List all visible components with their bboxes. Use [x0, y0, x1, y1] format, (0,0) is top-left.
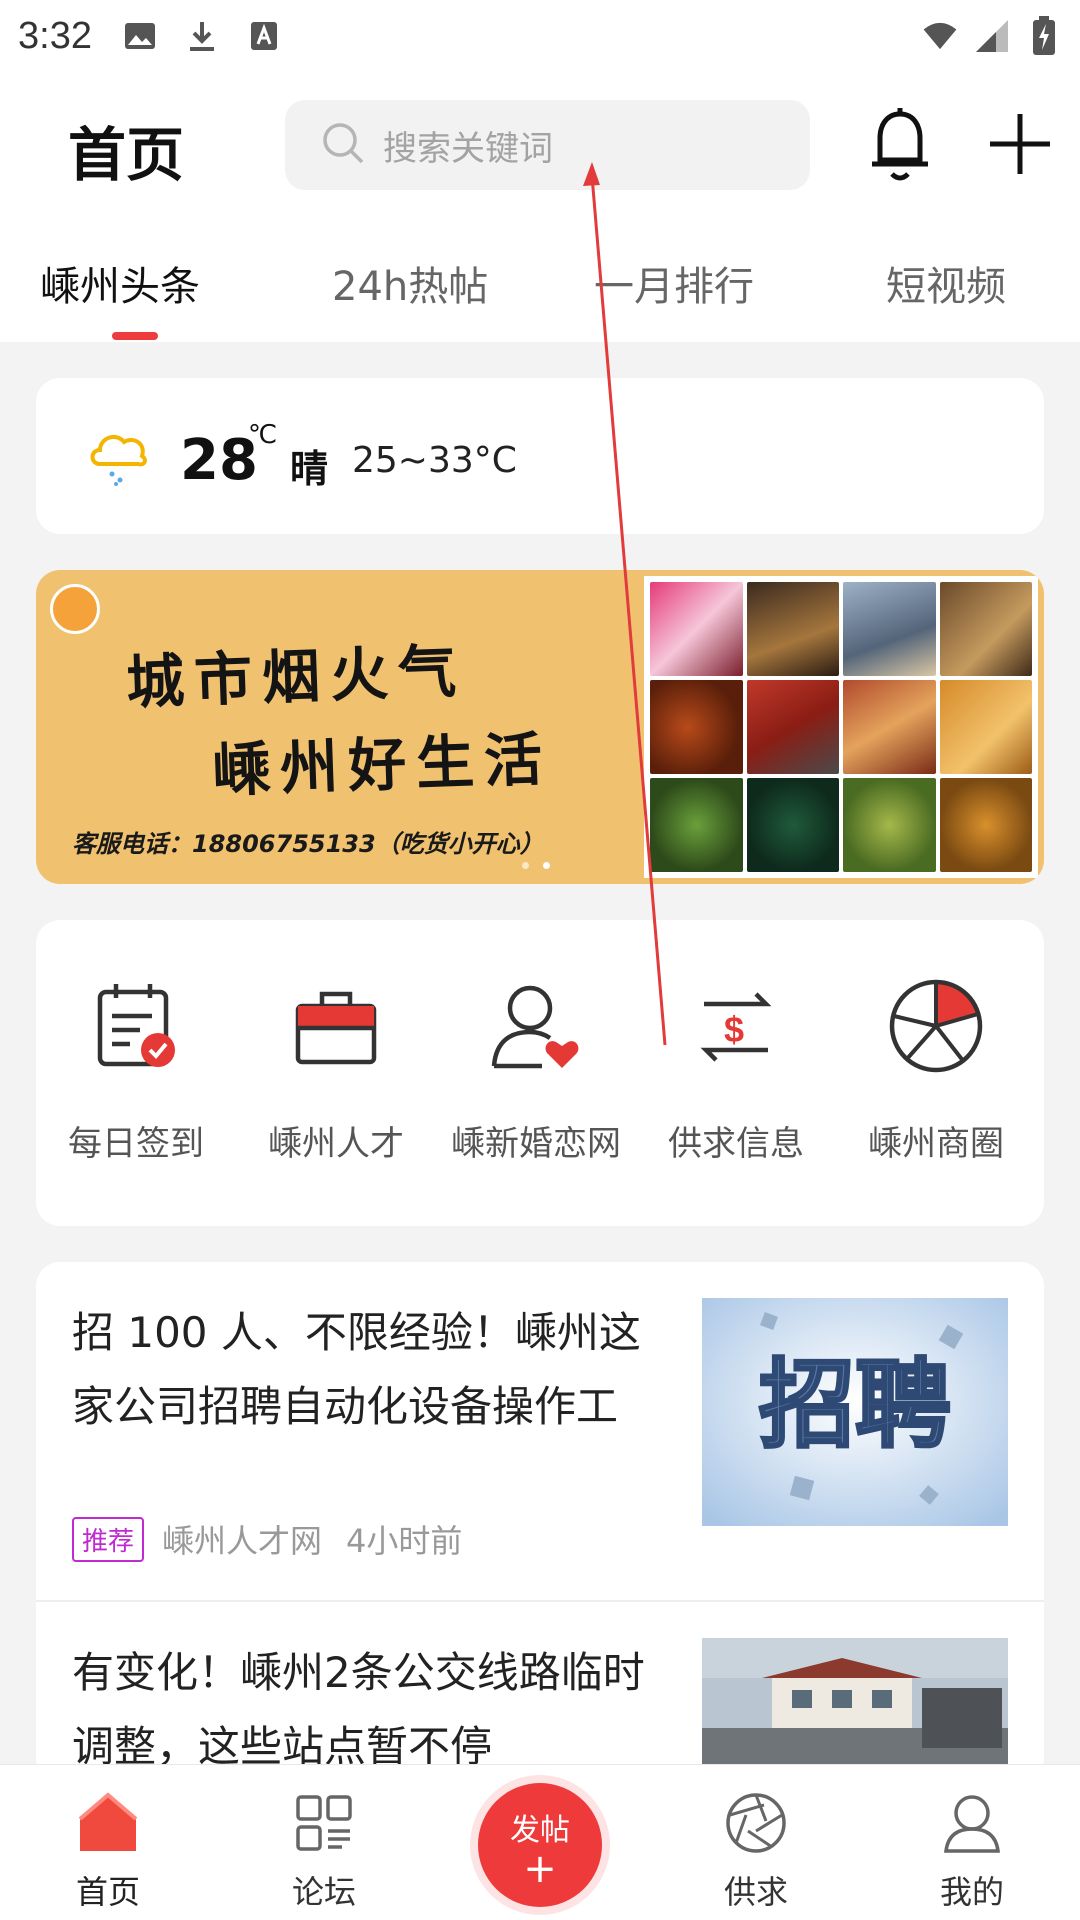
banner-phone: 客服电话：18806755133（吃货小开心） [72, 830, 544, 858]
temperature-range: 25~33°C [352, 440, 517, 481]
carousel-dot[interactable] [522, 862, 529, 869]
quick-item-talent[interactable]: 嵊州人才 [236, 976, 436, 1165]
food-photo [650, 582, 743, 676]
search-input[interactable]: 搜索关键词 [285, 100, 810, 190]
post-button[interactable]: 发帖 + [478, 1783, 602, 1907]
aperture-icon [724, 1791, 788, 1855]
food-photo [939, 778, 1032, 872]
food-photo [746, 680, 839, 774]
search-placeholder: 搜索关键词 [383, 128, 553, 169]
bottom-nav: 首页 论坛 发帖 + 供求 我的 [0, 1764, 1080, 1920]
download-icon [184, 18, 220, 54]
carousel-dots [522, 862, 550, 869]
promo-banner[interactable]: 城市烟火气 嵊州好生活 客服电话：18806755133（吃货小开心） [36, 570, 1044, 884]
post-plus-icon: + [523, 1846, 557, 1892]
calendar-check-icon [86, 976, 186, 1076]
quick-item-label: 嵊新婚恋网 [451, 1124, 621, 1164]
news-source: 嵊州人才网 [162, 1522, 323, 1560]
food-photo [939, 582, 1032, 676]
quick-item-label: 嵊州人才 [268, 1124, 404, 1164]
food-photo [939, 680, 1032, 774]
food-photo [650, 778, 743, 872]
active-tab-indicator [112, 332, 158, 340]
tab-short-video[interactable]: 短视频 [886, 254, 1006, 312]
food-photo [843, 778, 936, 872]
toolbox-icon [286, 976, 386, 1076]
page-title: 首页 [68, 121, 185, 189]
news-thumbnail [702, 1638, 1008, 1782]
quick-item-daily-checkin[interactable]: 每日签到 [36, 976, 236, 1165]
banner-headline-2: 嵊州好生活 [211, 725, 554, 805]
news-title: 招 100 人、不限经验！嵊州这家公司招聘自动化设备操作工 [72, 1308, 641, 1431]
banner-photo-collage [644, 576, 1038, 878]
news-list: 招 100 人、不限经验！嵊州这家公司招聘自动化设备操作工 招聘 推荐 嵊州人才 [36, 1262, 1044, 1782]
quick-menu: 每日签到 嵊州人才 嵊新婚恋网 $ 供求信息 嵊州商圈 [36, 920, 1044, 1226]
quick-item-business[interactable]: 嵊州商圈 [836, 976, 1036, 1165]
nav-profile[interactable]: 我的 [912, 1791, 1032, 1913]
tab-bar: 嵊州头条 24h热帖 一月排行 短视频 [0, 218, 1080, 342]
weather-card[interactable]: 28 ℃ 晴 25~33°C [36, 378, 1044, 534]
exchange-dollar-icon: $ [686, 976, 786, 1076]
news-thumbnail: 招聘 [702, 1298, 1008, 1526]
status-bar: 3:32 [0, 0, 1080, 72]
quick-item-label: 供求信息 [668, 1124, 804, 1164]
user-heart-icon [486, 976, 586, 1076]
news-title: 有变化！嵊州2条公交线路临时调整，这些站点暂不停 [72, 1648, 645, 1771]
search-icon [321, 121, 365, 169]
food-photo [746, 778, 839, 872]
news-item[interactable]: 招 100 人、不限经验！嵊州这家公司招聘自动化设备操作工 招聘 推荐 嵊州人才 [36, 1262, 1044, 1602]
nav-label: 我的 [939, 1873, 1004, 1911]
font-a-icon [246, 18, 282, 54]
nav-home[interactable]: 首页 [48, 1791, 168, 1913]
news-item[interactable]: 有变化！嵊州2条公交线路临时调整，这些站点暂不停 [36, 1602, 1044, 1782]
tab-monthly-ranking[interactable]: 一月排行 [594, 254, 754, 312]
user-icon [940, 1791, 1004, 1855]
quick-item-label: 每日签到 [68, 1124, 204, 1164]
tab-headlines[interactable]: 嵊州头条 [40, 254, 200, 312]
cloud-rain-icon [86, 424, 150, 486]
notification-bell-icon[interactable] [868, 108, 932, 184]
home-icon [76, 1791, 140, 1855]
status-notifications [122, 18, 282, 54]
quick-item-label: 嵊州商圈 [868, 1124, 1004, 1164]
news-time: 4小时前 [346, 1522, 463, 1560]
wifi-icon [922, 18, 958, 54]
food-photo [843, 582, 936, 676]
temperature: 28 [180, 428, 258, 493]
pie-aperture-icon [886, 976, 986, 1076]
nav-supply[interactable]: 供求 [696, 1791, 816, 1913]
temperature-unit: ℃ [248, 420, 278, 450]
banner-logo [50, 584, 100, 634]
forum-icon [292, 1791, 356, 1855]
nav-label: 供求 [723, 1873, 788, 1911]
carousel-dot-active[interactable] [543, 862, 550, 869]
quick-item-dating[interactable]: 嵊新婚恋网 [436, 976, 636, 1165]
news-meta: 推荐 嵊州人才网 4小时前 [72, 1516, 462, 1562]
image-icon [122, 18, 158, 54]
food-photo [650, 680, 743, 774]
weather-condition: 晴 [290, 447, 329, 491]
battery-icon [1026, 16, 1062, 55]
tab-24h-hot[interactable]: 24h热帖 [332, 254, 488, 312]
nav-label: 论坛 [291, 1873, 356, 1911]
post-label: 发帖 [510, 1813, 570, 1848]
nav-forum[interactable]: 论坛 [264, 1791, 384, 1913]
quick-item-supply-demand[interactable]: $ 供求信息 [636, 976, 836, 1165]
svg-text:$: $ [724, 1009, 744, 1050]
add-icon[interactable] [988, 112, 1052, 176]
banner-headline-1: 城市烟火气 [125, 637, 468, 717]
status-time: 3:32 [18, 14, 92, 57]
nav-label: 首页 [75, 1873, 140, 1911]
thumbnail-text: 招聘 [759, 1349, 951, 1461]
food-photo [843, 680, 936, 774]
signal-icon [974, 18, 1010, 54]
status-system [922, 16, 1062, 55]
header: 首页 搜索关键词 [0, 72, 1080, 218]
food-photo [746, 582, 839, 676]
recommend-tag: 推荐 [72, 1516, 145, 1562]
